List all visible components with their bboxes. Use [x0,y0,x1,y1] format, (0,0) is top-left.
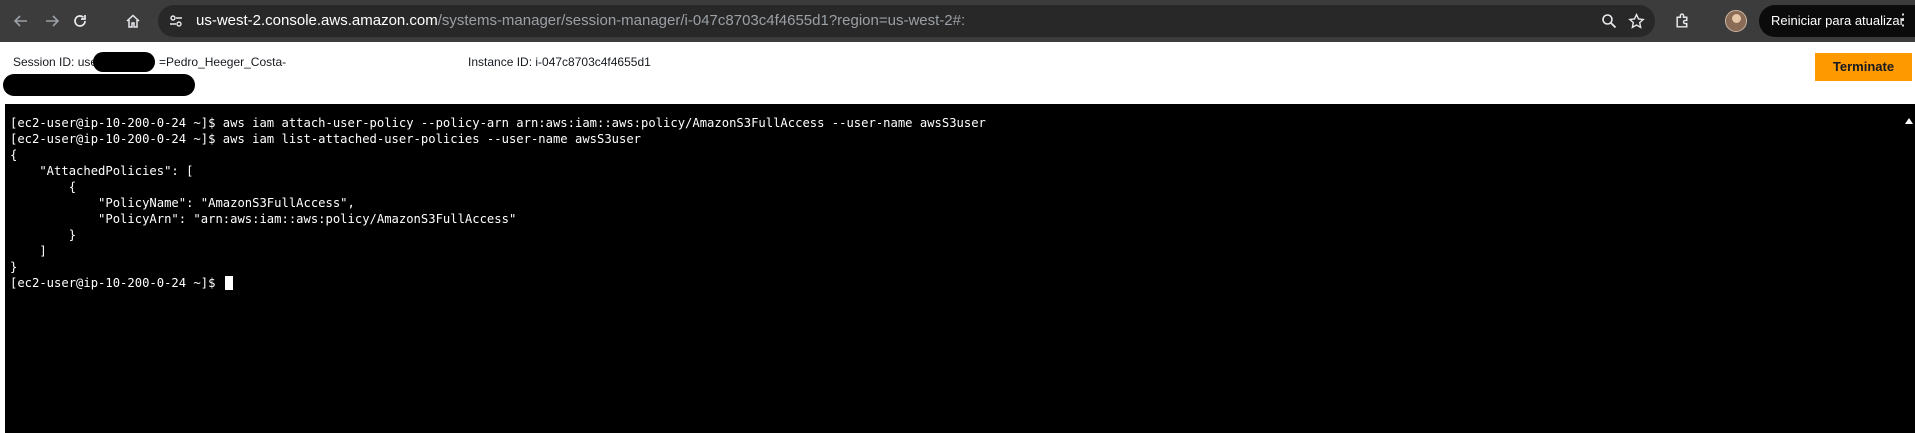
reload-icon[interactable] [68,9,92,33]
terminal-line: { [10,148,18,162]
terminal-window[interactable]: [ec2-user@ip-10-200-0-24 ~]$ aws iam att… [5,104,1915,433]
terminal-line: "PolicyArn": "arn:aws:iam::aws:policy/Am… [10,212,517,226]
kebab-menu-icon[interactable]: ⋮ [1895,5,1911,37]
scroll-up-icon[interactable] [1905,118,1913,124]
update-restart-button[interactable]: Reiniciar para atualizar ⋮ [1759,5,1915,37]
star-icon[interactable] [1624,9,1648,33]
extensions-icon[interactable] [1670,9,1694,33]
terminal-prompt[interactable]: [ec2-user@ip-10-200-0-24 ~]$ [10,276,223,290]
url-path: /systems-manager/session-manager/i-047c8… [437,12,966,29]
zoom-icon[interactable] [1597,9,1621,33]
terminal-line: [ec2-user@ip-10-200-0-24 ~]$ aws iam lis… [10,132,642,146]
redaction-mark [93,52,155,72]
url-host: us-west-2.console.aws.amazon.com [196,12,438,29]
terminal-line: { [10,180,77,194]
terminal-line: [ec2-user@ip-10-200-0-24 ~]$ aws iam att… [10,116,986,130]
terminal-output: [ec2-user@ip-10-200-0-24 ~]$ aws iam att… [10,115,986,291]
address-bar[interactable]: us-west-2.console.aws.amazon.com/systems… [158,5,1655,37]
terminal-line: } [10,228,77,242]
site-info-icon[interactable] [164,9,188,33]
session-header: Session ID: use =Pedro_Heeger_Costa- Inst… [0,42,1915,102]
instance-id-label: Instance ID: i-047c8703c4f4655d1 [468,55,651,69]
terminal-line: ] [10,244,47,258]
session-id-prefix: Session ID: use [13,55,98,69]
home-icon[interactable] [121,9,145,33]
session-id-suffix: =Pedro_Heeger_Costa- [159,55,287,69]
update-restart-label: Reiniciar para atualizar [1771,13,1904,28]
forward-arrow-icon[interactable] [40,9,64,33]
terminal-line: "AttachedPolicies": [ [10,164,194,178]
back-arrow-icon[interactable] [9,9,33,33]
terminal-line: "PolicyName": "AmazonS3FullAccess", [10,196,355,210]
redaction-mark [3,74,195,96]
url-text[interactable]: us-west-2.console.aws.amazon.com/systems… [196,5,965,37]
browser-toolbar: us-west-2.console.aws.amazon.com/systems… [0,0,1915,42]
terminate-button[interactable]: Terminate [1815,53,1912,81]
terminal-line: } [10,260,18,274]
terminal-cursor [224,276,233,290]
profile-avatar[interactable] [1725,10,1747,32]
